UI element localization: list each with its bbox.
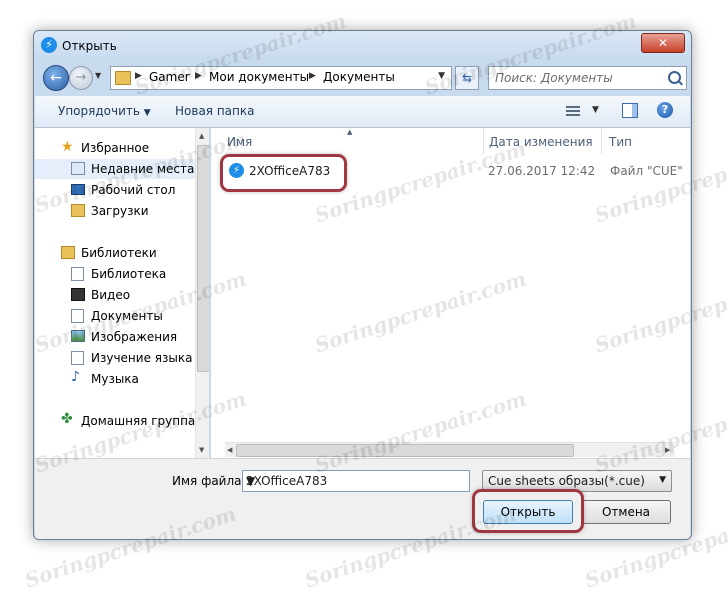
dialog-footer: Имя файла: 2XOfficeA783 ▼ Cue sheets обр… <box>35 458 690 539</box>
scroll-up-icon[interactable]: ▲ <box>199 132 204 140</box>
scrollbar-thumb[interactable] <box>236 444 574 457</box>
organize-button[interactable]: Упорядочить ▼ <box>58 104 151 118</box>
search-icon[interactable] <box>668 71 681 84</box>
sidebar-item-homegroup[interactable]: ✤ Домашняя группа <box>35 411 195 431</box>
navigation-pane: ★ Избранное Недавние места Рабочий стол … <box>35 128 209 458</box>
arrow-left-icon: ← <box>50 70 62 86</box>
sort-ascending-icon: ▲ <box>347 128 353 136</box>
search-input[interactable]: Поиск: Документы <box>488 66 687 90</box>
chevron-down-icon[interactable]: ▼ <box>246 474 464 488</box>
star-icon: ★ <box>61 139 74 155</box>
documents-icon <box>71 309 84 323</box>
filename-label: Имя файла: <box>172 474 246 488</box>
filename-field[interactable]: 2XOfficeA783 ▼ <box>242 470 470 492</box>
sidebar-item-video[interactable]: Видео <box>35 285 195 305</box>
video-icon <box>71 288 85 301</box>
help-icon[interactable]: ? <box>657 102 673 118</box>
command-toolbar: Упорядочить ▼ Новая папка ▼ ? <box>35 96 690 128</box>
chevron-right-icon[interactable]: ▶ <box>195 71 202 81</box>
arrow-right-icon: → <box>75 70 87 85</box>
cancel-button[interactable]: Отмена <box>581 500 671 524</box>
scroll-down-icon[interactable]: ▼ <box>199 446 204 454</box>
favorites-header[interactable]: ★ Избранное <box>35 138 195 158</box>
scroll-right-icon[interactable]: ▶ <box>665 446 670 454</box>
desktop-icon <box>71 184 85 195</box>
chevron-down-icon[interactable]: ▼ <box>592 105 599 115</box>
libraries-icon <box>61 246 75 259</box>
refresh-icon: ⇆ <box>461 71 473 85</box>
sidebar-item-music[interactable]: ♪ Музыка <box>35 369 195 389</box>
highlight-annotation <box>220 154 347 192</box>
sidebar-item-desktop[interactable]: Рабочий стол <box>35 180 195 200</box>
close-icon: ✕ <box>657 36 669 50</box>
highlight-annotation <box>472 489 584 533</box>
chevron-right-icon[interactable]: ▶ <box>309 71 316 81</box>
organize-label: Упорядочить <box>58 104 140 118</box>
app-icon: ⚡ <box>41 37 57 53</box>
file-date: 27.06.2017 12:42 <box>488 164 596 178</box>
document-icon <box>71 351 84 365</box>
preview-pane-icon[interactable] <box>622 103 638 118</box>
sidebar-item-language-learning[interactable]: Изучение языка <box>35 348 195 368</box>
downloads-icon <box>71 204 85 217</box>
back-button[interactable]: ← <box>43 65 69 91</box>
recent-locations-dropdown[interactable]: ▼ <box>95 71 101 80</box>
pictures-icon <box>71 330 85 342</box>
refresh-button[interactable]: ⇆ <box>455 66 479 90</box>
sidebar-item-downloads[interactable]: Загрузки <box>35 201 195 221</box>
homegroup-icon: ✤ <box>61 411 73 427</box>
scroll-left-icon[interactable]: ◀ <box>227 446 232 454</box>
column-header-name[interactable]: Имя ▲ <box>211 128 484 154</box>
breadcrumb-documents[interactable]: Документы <box>323 70 395 84</box>
breadcrumb-my-documents[interactable]: Мои документы <box>209 70 309 84</box>
recent-places-icon <box>71 162 85 175</box>
libraries-header[interactable]: Библиотеки <box>35 243 195 263</box>
chevron-down-icon[interactable]: ▼ <box>659 475 666 485</box>
sidebar-item-pictures[interactable]: Изображения <box>35 327 195 347</box>
breadcrumb-gamer[interactable]: Gamer <box>149 70 190 84</box>
close-button[interactable]: ✕ <box>641 33 685 53</box>
scrollbar-thumb[interactable] <box>197 145 209 372</box>
new-folder-button[interactable]: Новая папка <box>175 104 254 118</box>
chevron-down-icon: ▼ <box>143 108 151 118</box>
file-list-scrollbar[interactable]: ◀ ▶ <box>225 442 675 457</box>
forward-button[interactable]: → <box>69 66 93 90</box>
address-bar[interactable]: ▶ Gamer ▶ Мои документы ▶ Документы ▼ <box>110 66 452 90</box>
document-icon <box>71 267 84 281</box>
window-title: Открыть <box>62 39 117 53</box>
chevron-down-icon[interactable]: ▼ <box>438 71 445 81</box>
search-placeholder: Поиск: Документы <box>495 71 613 85</box>
file-type: Файл "CUE" <box>610 164 683 178</box>
column-header-type[interactable]: Тип <box>601 128 690 154</box>
open-file-dialog: ⚡ Открыть ✕ ← → ▼ ▶ Gamer ▶ Мои документ… <box>33 30 692 540</box>
folder-icon <box>115 71 131 85</box>
sidebar-item-documents[interactable]: Документы <box>35 306 195 326</box>
title-bar[interactable]: ⚡ Открыть ✕ <box>34 31 691 61</box>
chevron-right-icon[interactable]: ▶ <box>135 71 142 81</box>
sidebar-item-recent-places[interactable]: Недавние места <box>35 159 195 179</box>
navigation-bar: ← → ▼ ▶ Gamer ▶ Мои документы ▶ Документ… <box>34 61 691 93</box>
view-options-icon[interactable] <box>566 105 580 117</box>
navigation-scrollbar[interactable]: ▲ ▼ <box>195 128 209 458</box>
music-icon: ♪ <box>71 369 80 385</box>
sidebar-item-library[interactable]: Библиотека <box>35 264 195 284</box>
column-header-date[interactable]: Дата изменения <box>483 128 602 154</box>
